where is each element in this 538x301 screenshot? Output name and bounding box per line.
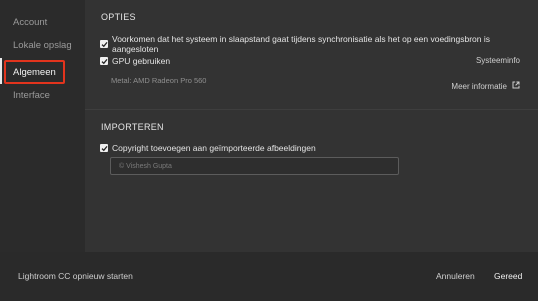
- more-info-link[interactable]: Meer informatie: [451, 81, 520, 91]
- import-section-title: IMPORTEREN: [101, 122, 164, 132]
- sidebar-item-general[interactable]: Algemeen: [13, 67, 56, 78]
- sleep-option-row[interactable]: Voorkomen dat het systeem in slaapstand …: [100, 34, 538, 54]
- gpu-option-row[interactable]: GPU gebruiken: [100, 56, 170, 66]
- sidebar-item-local-storage[interactable]: Lokale opslag: [13, 40, 72, 51]
- copyright-checkbox[interactable]: [100, 144, 108, 152]
- preferences-panel: OPTIES Voorkomen dat het systeem in slaa…: [85, 0, 538, 252]
- external-link-icon: [512, 81, 520, 91]
- done-button[interactable]: Gereed: [494, 271, 522, 281]
- dialog-footer: Lightroom CC opnieuw starten Annuleren G…: [0, 252, 538, 301]
- sleep-checkbox[interactable]: [100, 40, 108, 48]
- system-info-link[interactable]: Systeeminfo: [476, 56, 520, 65]
- section-divider: [85, 109, 538, 110]
- checkmark-icon: [101, 145, 108, 151]
- copyright-input[interactable]: © Vishesh Gupta: [110, 157, 399, 175]
- options-section-title: OPTIES: [101, 12, 136, 22]
- active-indicator: [0, 58, 2, 84]
- checkmark-icon: [101, 58, 108, 64]
- restart-lightroom-button[interactable]: Lightroom CC opnieuw starten: [18, 271, 133, 281]
- sidebar-item-interface[interactable]: Interface: [13, 90, 50, 101]
- sidebar-item-account[interactable]: Account: [13, 17, 47, 28]
- copyright-option-label: Copyright toevoegen aan geïmporteerde af…: [112, 143, 316, 153]
- more-info-label: Meer informatie: [451, 81, 507, 91]
- gpu-option-label: GPU gebruiken: [112, 56, 171, 66]
- sleep-option-label: Voorkomen dat het systeem in slaapstand …: [112, 34, 491, 54]
- copyright-option-row[interactable]: Copyright toevoegen aan geïmporteerde af…: [100, 143, 316, 153]
- checkmark-icon: [101, 41, 108, 47]
- gpu-checkbox[interactable]: [100, 57, 108, 65]
- cancel-button[interactable]: Annuleren: [436, 271, 475, 281]
- gpu-info-text: Metal: AMD Radeon Pro 560: [111, 76, 207, 85]
- preferences-sidebar: Account Lokale opslag Algemeen Interface: [0, 0, 85, 252]
